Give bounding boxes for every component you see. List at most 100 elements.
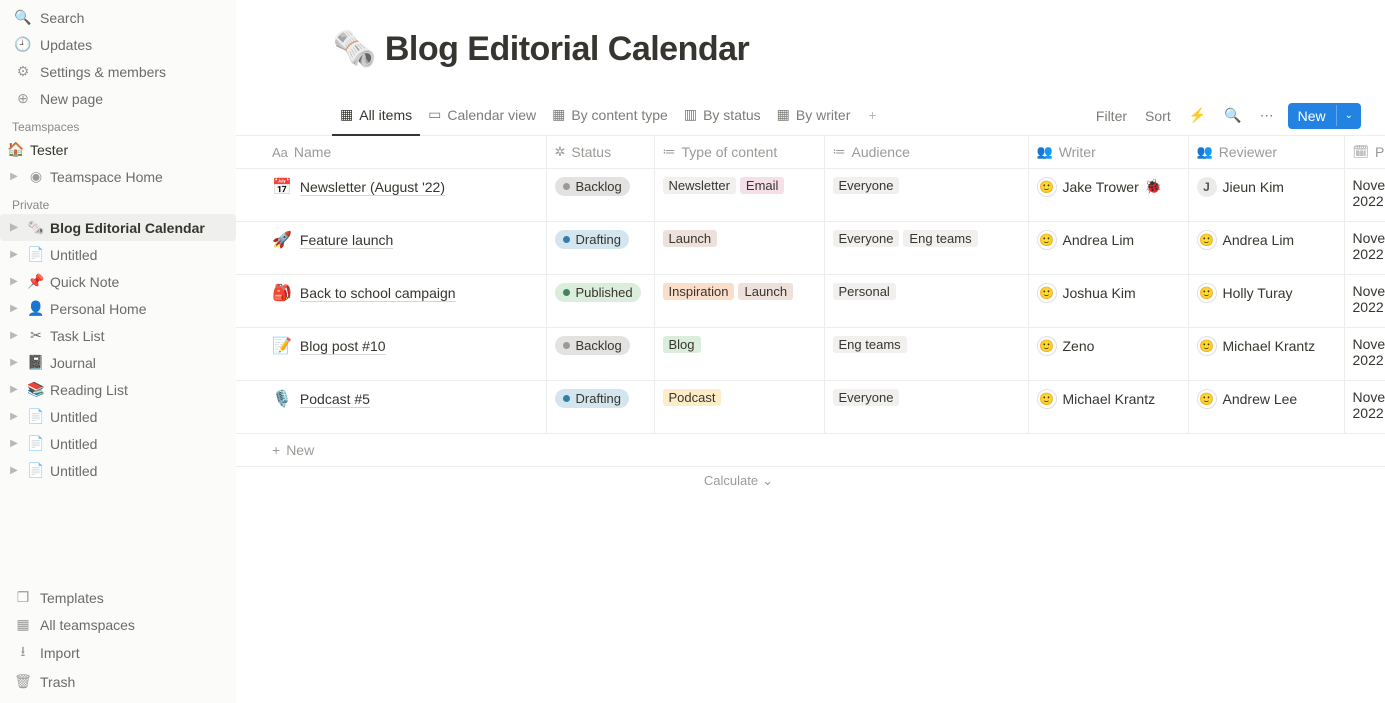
type-cell[interactable]: NewsletterEmail: [654, 169, 824, 222]
chevron-right-icon[interactable]: ▶: [6, 276, 22, 287]
audience-cell[interactable]: Everyone: [824, 381, 1028, 434]
workspace-switcher[interactable]: 🏠 Tester: [0, 136, 236, 163]
reviewer-cell[interactable]: 🙂Andrew Lee: [1188, 381, 1344, 434]
person-chip[interactable]: 🙂Zeno: [1037, 336, 1095, 356]
audience-cell[interactable]: EveryoneEng teams: [824, 222, 1028, 275]
chevron-right-icon[interactable]: ▶: [6, 384, 22, 395]
sidebar-trash[interactable]: 🗑Trash: [4, 668, 232, 695]
column-audience[interactable]: ≔Audience: [824, 136, 1028, 169]
person-chip[interactable]: 🙂Andrea Lim: [1037, 230, 1135, 250]
view-tab-calendar-view[interactable]: ▭Calendar view: [420, 96, 544, 136]
writer-cell[interactable]: 🙂Joshua Kim: [1028, 275, 1188, 328]
view-tab-by-content-type[interactable]: ▦By content type: [544, 96, 676, 136]
type-cell[interactable]: Launch: [654, 222, 824, 275]
writer-cell[interactable]: 🙂Jake Trower 🐞: [1028, 169, 1188, 222]
audience-cell[interactable]: Eng teams: [824, 328, 1028, 381]
sidebar-import[interactable]: ⭳Import: [4, 638, 232, 668]
tag[interactable]: Blog: [663, 336, 701, 353]
sidebar-page-untitled[interactable]: ▶📄Untitled: [0, 430, 236, 457]
sidebar-page-personal-home[interactable]: ▶👤Personal Home: [0, 295, 236, 322]
person-chip[interactable]: 🙂Michael Krantz: [1197, 336, 1316, 356]
row-title[interactable]: Blog post #10: [300, 338, 386, 355]
tag[interactable]: Everyone: [833, 389, 900, 406]
page-title[interactable]: Blog Editorial Calendar: [385, 30, 749, 69]
person-chip[interactable]: 🙂Jake Trower: [1037, 177, 1139, 197]
tag[interactable]: Email: [740, 177, 785, 194]
type-cell[interactable]: Podcast: [654, 381, 824, 434]
tag[interactable]: Everyone: [833, 177, 900, 194]
audience-cell[interactable]: Everyone: [824, 169, 1028, 222]
row-title[interactable]: Podcast #5: [300, 391, 370, 408]
publish-cell[interactable]: Novem2022: [1344, 169, 1385, 222]
table-row[interactable]: 🎒Back to school campaign Published Inspi…: [236, 275, 1385, 328]
reviewer-cell[interactable]: 🙂Michael Krantz: [1188, 328, 1344, 381]
tag[interactable]: Eng teams: [903, 230, 977, 247]
sort-button[interactable]: Sort: [1141, 104, 1175, 128]
chevron-right-icon[interactable]: ▶: [6, 411, 22, 422]
column-writer[interactable]: 👥Writer: [1028, 136, 1188, 169]
chevron-right-icon[interactable]: ▶: [6, 222, 22, 233]
status-pill[interactable]: Drafting: [555, 230, 630, 249]
table-row[interactable]: 📝Blog post #10 Backlog Blog Eng teams 🙂Z…: [236, 328, 1385, 381]
search-icon[interactable]: 🔍: [1220, 103, 1245, 128]
table-row[interactable]: 🚀Feature launch Drafting Launch Everyone…: [236, 222, 1385, 275]
person-chip[interactable]: 🙂Holly Turay: [1197, 283, 1293, 303]
calculate-button[interactable]: Calculate ⌄: [236, 467, 781, 495]
tag[interactable]: Eng teams: [833, 336, 907, 353]
teamspace-home[interactable]: ▶ ◉ Teamspace Home: [0, 163, 236, 190]
person-chip[interactable]: 🙂Andrea Lim: [1197, 230, 1295, 250]
writer-cell[interactable]: 🙂Andrea Lim: [1028, 222, 1188, 275]
column-name[interactable]: AaName: [236, 136, 546, 169]
tag[interactable]: Launch: [663, 230, 718, 247]
new-button[interactable]: New: [1288, 103, 1336, 129]
sidebar-page-journal[interactable]: ▶📓Journal: [0, 349, 236, 376]
person-chip[interactable]: 🙂Andrew Lee: [1197, 389, 1298, 409]
status-pill[interactable]: Drafting: [555, 389, 630, 408]
tag[interactable]: Podcast: [663, 389, 722, 406]
page-emoji-icon[interactable]: 🗞️: [332, 28, 377, 70]
column-status[interactable]: ✲Status: [546, 136, 654, 169]
publish-cell[interactable]: Novem2022: [1344, 328, 1385, 381]
tag[interactable]: Launch: [738, 283, 793, 300]
add-view-button[interactable]: +: [860, 96, 884, 136]
person-chip[interactable]: 🐞: [1145, 178, 1162, 195]
reviewer-cell[interactable]: 🙂Holly Turay: [1188, 275, 1344, 328]
chevron-right-icon[interactable]: ▶: [6, 171, 22, 182]
sidebar-new-page[interactable]: ⊕New page: [4, 85, 232, 112]
view-tab-by-status[interactable]: ▥By status: [676, 96, 769, 136]
column-reviewer[interactable]: 👥Reviewer: [1188, 136, 1344, 169]
new-dropdown-icon[interactable]: ⌄: [1336, 105, 1361, 126]
audience-cell[interactable]: Personal: [824, 275, 1028, 328]
table-row[interactable]: 🎙️Podcast #5 Drafting Podcast Everyone 🙂…: [236, 381, 1385, 434]
tag[interactable]: Inspiration: [663, 283, 735, 300]
sidebar-page-blog-editorial-calendar[interactable]: ▶🗞️Blog Editorial Calendar: [0, 214, 236, 241]
publish-cell[interactable]: Novem2022: [1344, 275, 1385, 328]
status-pill[interactable]: Published: [555, 283, 641, 302]
sidebar-page-untitled[interactable]: ▶📄Untitled: [0, 457, 236, 484]
reviewer-cell[interactable]: 🙂Andrea Lim: [1188, 222, 1344, 275]
more-icon[interactable]: ⋯: [1256, 103, 1278, 128]
sidebar-page-untitled[interactable]: ▶📄Untitled: [0, 403, 236, 430]
bolt-icon[interactable]: ⚡: [1185, 103, 1210, 128]
sidebar-page-reading-list[interactable]: ▶📚Reading List: [0, 376, 236, 403]
chevron-right-icon[interactable]: ▶: [6, 465, 22, 476]
person-chip[interactable]: 🙂Michael Krantz: [1037, 389, 1156, 409]
chevron-right-icon[interactable]: ▶: [6, 303, 22, 314]
sidebar-templates[interactable]: ❐Templates: [4, 584, 232, 611]
chevron-right-icon[interactable]: ▶: [6, 438, 22, 449]
sidebar-page-quick-note[interactable]: ▶📌Quick Note: [0, 268, 236, 295]
filter-button[interactable]: Filter: [1092, 104, 1131, 128]
writer-cell[interactable]: 🙂Michael Krantz: [1028, 381, 1188, 434]
sidebar-page-task-list[interactable]: ▶✂Task List: [0, 322, 236, 349]
publish-cell[interactable]: Novem2022: [1344, 381, 1385, 434]
sidebar-page-untitled[interactable]: ▶📄Untitled: [0, 241, 236, 268]
writer-cell[interactable]: 🙂Zeno: [1028, 328, 1188, 381]
sidebar-settings-members[interactable]: ⚙Settings & members: [4, 58, 232, 85]
tag[interactable]: Newsletter: [663, 177, 736, 194]
status-pill[interactable]: Backlog: [555, 336, 630, 355]
table-row[interactable]: 📅Newsletter (August '22) Backlog Newslet…: [236, 169, 1385, 222]
chevron-right-icon[interactable]: ▶: [6, 330, 22, 341]
tag[interactable]: Everyone: [833, 230, 900, 247]
row-title[interactable]: Feature launch: [300, 232, 393, 249]
sidebar-updates[interactable]: 🕘Updates: [4, 31, 232, 58]
